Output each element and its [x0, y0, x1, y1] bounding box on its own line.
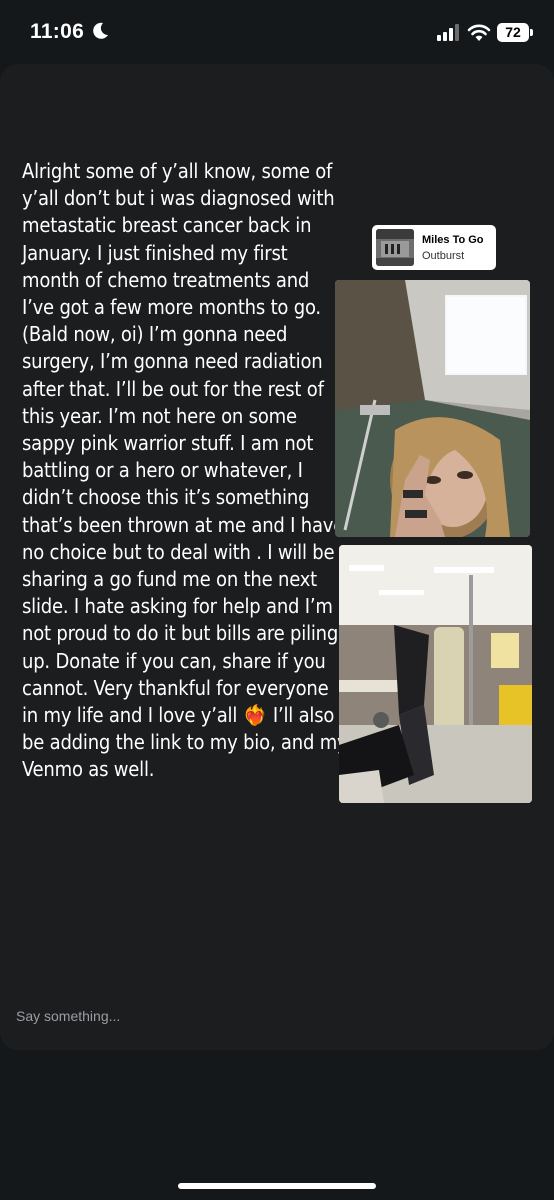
- signal-icon: [437, 24, 459, 41]
- status-time: 11:06: [30, 20, 85, 43]
- reply-input[interactable]: Say something...: [16, 1008, 120, 1024]
- hospital-photo[interactable]: [339, 545, 532, 803]
- music-sticker[interactable]: Miles To Go Outburst: [372, 225, 496, 270]
- moon-icon: [93, 22, 108, 39]
- story-caption: Alright some of y’all know, some of y’al…: [22, 159, 348, 782]
- song-title: Miles To Go: [422, 234, 484, 246]
- battery-nub: [530, 29, 533, 36]
- home-indicator[interactable]: [178, 1183, 376, 1189]
- song-artist: Outburst: [422, 250, 465, 262]
- album-art: [376, 229, 414, 266]
- wifi-icon: [467, 24, 491, 41]
- selfie-photo[interactable]: [335, 280, 530, 537]
- status-bar: 11:06 72: [0, 0, 554, 64]
- battery-icon: 72: [497, 23, 529, 42]
